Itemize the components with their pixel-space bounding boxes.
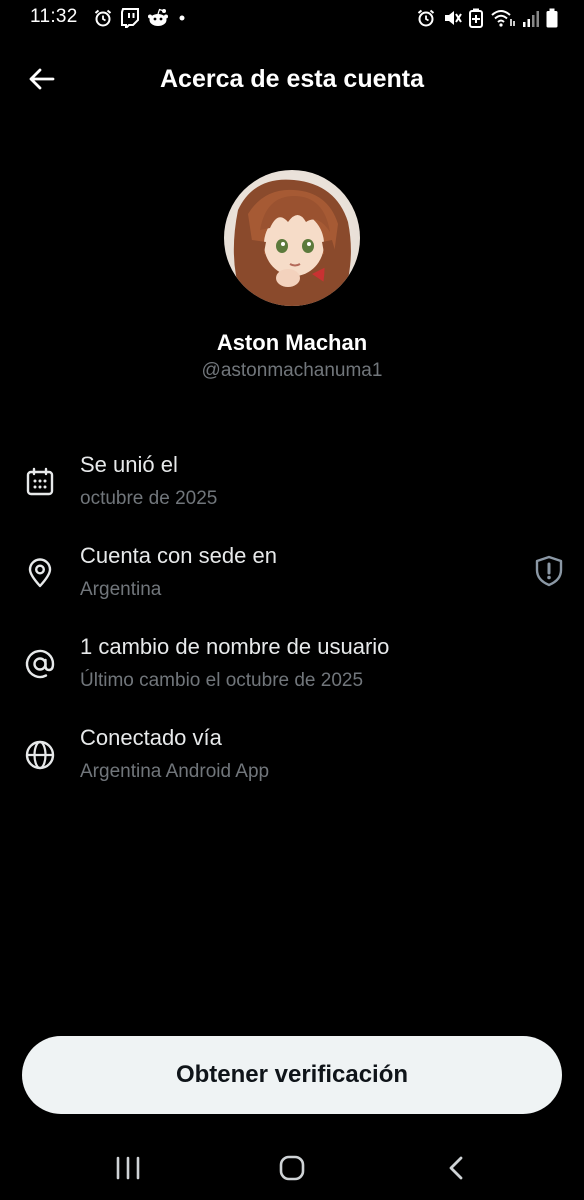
status-right-icons <box>416 8 558 28</box>
info-title: Cuenta con sede en <box>80 543 277 568</box>
info-row-location: Cuenta con sede en Argentina <box>0 543 584 613</box>
recents-icon <box>115 1156 141 1185</box>
username-handle: @astonmachanuma1 <box>201 360 383 381</box>
recents-button[interactable] <box>108 1150 148 1190</box>
back-icon <box>446 1155 466 1186</box>
info-row-username-changes: 1 cambio de nombre de usuario Último cam… <box>0 634 584 704</box>
battery-icon <box>546 8 558 28</box>
display-name: Aston Machan <box>216 330 368 355</box>
info-title: 1 cambio de nombre de usuario <box>80 634 390 659</box>
status-time: 11:32 <box>30 6 78 27</box>
reddit-icon <box>147 8 169 28</box>
info-title: Conectado vía <box>80 725 222 750</box>
dot-icon <box>177 8 187 28</box>
at-sign-icon <box>24 648 56 680</box>
info-row-connected-via: Conectado vía Argentina Android App <box>0 725 584 795</box>
battery-saver-icon <box>468 8 484 28</box>
home-icon <box>278 1154 306 1187</box>
twitch-icon <box>121 8 139 28</box>
info-row-joined: Se unió el octubre de 2025 <box>0 452 584 522</box>
home-button[interactable] <box>272 1150 312 1190</box>
info-subtitle: Argentina <box>80 579 162 600</box>
page-title: Acerca de esta cuenta <box>159 65 425 93</box>
info-subtitle: octubre de 2025 <box>80 488 218 509</box>
wifi-icon <box>490 8 516 28</box>
info-subtitle: Argentina Android App <box>80 761 270 782</box>
status-bar: 11:32 <box>0 0 584 38</box>
system-nav-bar <box>0 1140 584 1200</box>
calendar-icon <box>24 466 56 498</box>
globe-icon <box>24 739 56 771</box>
info-subtitle: Último cambio el octubre de 2025 <box>80 670 364 691</box>
info-title: Se unió el <box>80 452 178 477</box>
avatar[interactable] <box>224 170 360 306</box>
status-left-icons <box>93 8 187 28</box>
nav-back-button[interactable] <box>436 1150 476 1190</box>
alarm-icon <box>93 8 113 28</box>
signal-icon <box>522 8 540 28</box>
location-pin-icon <box>24 557 56 589</box>
shield-icon[interactable] <box>534 555 564 587</box>
mute-icon <box>442 8 462 28</box>
alarm-icon <box>416 8 436 28</box>
header: Acerca de esta cuenta <box>0 58 584 102</box>
get-verification-button[interactable]: Obtener verificación <box>22 1036 562 1114</box>
